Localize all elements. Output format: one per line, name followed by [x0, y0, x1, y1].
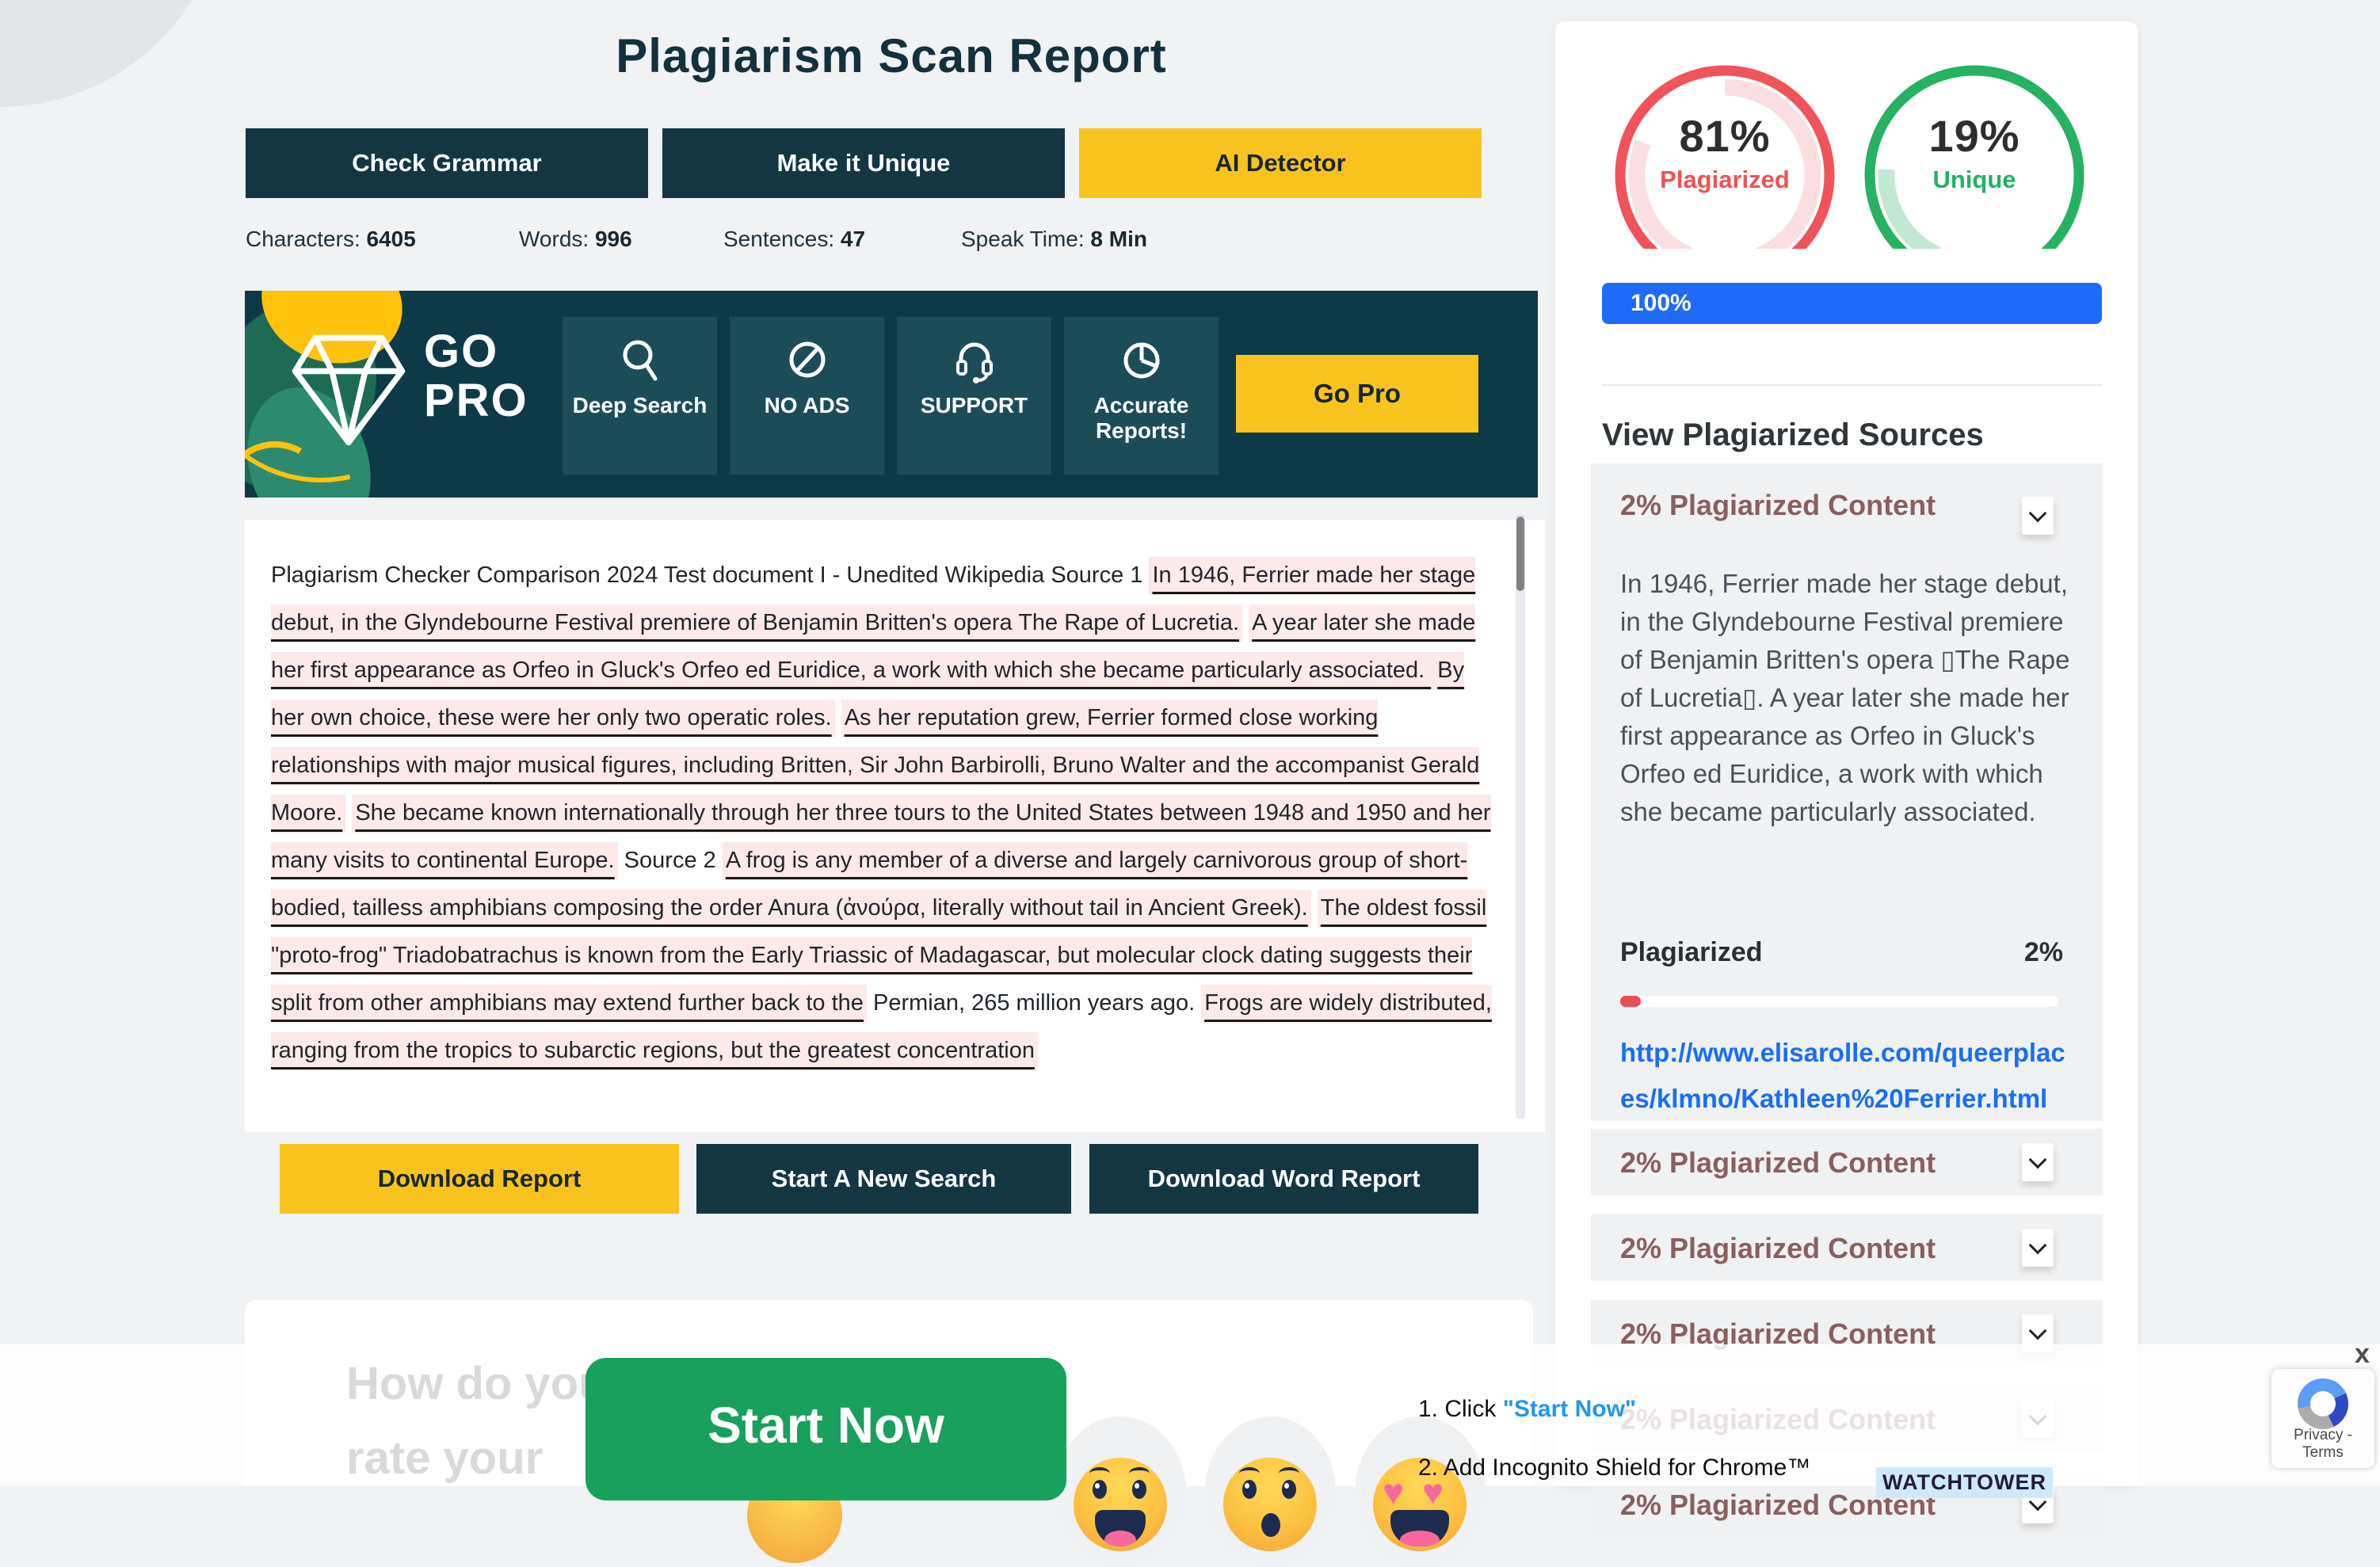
- source-card-collapsed: 2% Plagiarized Content: [1591, 1129, 2103, 1195]
- feature-label: NO ADS: [740, 393, 875, 418]
- stat-sentences: Sentences: 47: [723, 227, 865, 252]
- recaptcha-badge[interactable]: Privacy - Terms: [2271, 1369, 2374, 1468]
- feature-label: Accurate Reports!: [1074, 393, 1209, 444]
- plagiarized-gauge: 81% Plagiarized: [1614, 64, 1836, 249]
- unique-text-segment: Source 2: [618, 848, 723, 873]
- promo-overlay: [0, 1344, 2380, 1486]
- astonished-face-emoji: [1223, 1458, 1317, 1551]
- headset-icon: [952, 334, 997, 387]
- scrollbar[interactable]: [1516, 513, 1525, 1119]
- close-icon[interactable]: x: [2355, 1339, 2370, 1370]
- unique-percent: 19%: [1863, 110, 2085, 162]
- source-title: 2% Plagiarized Content: [1620, 489, 1936, 522]
- start-now-link[interactable]: "Start Now": [1503, 1396, 1636, 1422]
- source-meter-fill: [1620, 996, 1641, 1007]
- corner-decoration: [0, 0, 226, 107]
- results-sidebar: 81% Plagiarized 19% Unique 100% View Pla…: [1555, 21, 2138, 1486]
- download-word-report-button[interactable]: Download Word Report: [1089, 1144, 1478, 1214]
- sources-heading: View Plagiarized Sources: [1602, 417, 1984, 453]
- collapse-source-button[interactable]: [2022, 497, 2054, 535]
- emoji-bubble[interactable]: ♥♥: [1355, 1416, 1486, 1567]
- emoji-bubble[interactable]: [1205, 1416, 1336, 1567]
- start-new-search-button[interactable]: Start A New Search: [696, 1144, 1071, 1214]
- go-pro-banner: GO PRO Deep Search NO ADS SUPPORT Accurate …: [245, 291, 1538, 498]
- feature-label: Deep Search: [573, 393, 708, 418]
- scrollbar-thumb[interactable]: [1516, 517, 1524, 591]
- ai-detector-button[interactable]: AI Detector: [1079, 128, 1482, 198]
- scanned-text: Plagiarism Checker Comparison 2024 Test …: [271, 551, 1504, 1074]
- plagiarized-percent: 81%: [1614, 110, 1836, 162]
- expand-source-button[interactable]: [2022, 1229, 2054, 1267]
- chevron-down-icon: [2029, 1237, 2047, 1255]
- search-icon: [617, 334, 663, 387]
- source-card-collapsed: 2% Plagiarized Content: [1591, 1214, 2103, 1281]
- source-url-link[interactable]: http://www.elisarolle.com/queerplaces/kl…: [1620, 1030, 2078, 1122]
- source-title: 2% Plagiarized Content: [1620, 1146, 1936, 1180]
- scanned-text-panel: Plagiarism Checker Comparison 2024 Test …: [245, 520, 1545, 1132]
- source-card-expanded: 2% Plagiarized Content In 1946, Ferrier …: [1591, 463, 2103, 1121]
- stat-speaktime: Speak Time: 8 Min: [961, 227, 1147, 252]
- unique-gauge: 19% Unique: [1863, 64, 2085, 249]
- plagiarized-label: Plagiarized: [1614, 166, 1836, 194]
- unique-text-segment: [835, 705, 841, 730]
- check-grammar-button[interactable]: Check Grammar: [246, 128, 648, 198]
- unique-text-segment: Plagiarism Checker Comparison 2024 Test …: [271, 562, 1149, 588]
- diamond-icon: [289, 326, 408, 452]
- scan-progress-bar: 100%: [1602, 283, 2102, 324]
- pie-chart-icon: [1119, 334, 1165, 387]
- page-title: Plagiarism Scan Report: [245, 29, 1538, 83]
- source-meter-track: [1620, 996, 2058, 1007]
- expand-source-button[interactable]: [2022, 1143, 2054, 1181]
- download-report-button[interactable]: Download Report: [280, 1144, 679, 1214]
- feature-tile-support[interactable]: SUPPORT: [897, 317, 1051, 475]
- feature-label: SUPPORT: [907, 393, 1042, 418]
- chevron-down-icon: [2029, 1322, 2047, 1340]
- start-now-button[interactable]: Start Now: [585, 1358, 1066, 1500]
- chevron-down-icon: [2029, 505, 2047, 523]
- emoji-bubble[interactable]: [1055, 1416, 1186, 1567]
- unique-label: Unique: [1863, 166, 2085, 194]
- feature-tile-accurate-reports-[interactable]: Accurate Reports!: [1064, 317, 1219, 475]
- source-meter-label: Plagiarized: [1620, 937, 1763, 968]
- go-pro-button[interactable]: Go Pro: [1236, 355, 1478, 433]
- instruction-step-2: 2. Add Incognito Shield for Chrome™: [1418, 1455, 1810, 1481]
- watchtower-logo: WATCHTOWER: [1876, 1467, 2053, 1498]
- feature-tile-no-ads[interactable]: NO ADS: [730, 317, 884, 475]
- unique-text-segment: [1311, 895, 1318, 921]
- unique-text-segment: [1242, 610, 1249, 635]
- stat-characters: Characters: 6405: [246, 227, 416, 252]
- recaptcha-icon: [2298, 1378, 2348, 1429]
- stat-words: Words: 996: [519, 227, 632, 252]
- source-title: 2% Plagiarized Content: [1620, 1232, 1936, 1265]
- unique-text-segment: Permian, 265 million years ago.: [867, 990, 1201, 1016]
- go-pro-logo: GO PRO: [424, 327, 528, 425]
- grinning-face-emoji: [1074, 1458, 1167, 1551]
- chevron-down-icon: [2029, 1151, 2047, 1169]
- instruction-step-1: 1. Click "Start Now": [1418, 1396, 1636, 1423]
- divider: [1602, 384, 2102, 386]
- feature-tile-deep-search[interactable]: Deep Search: [563, 317, 717, 475]
- no-ads-icon: [784, 334, 830, 387]
- source-meter-value: 2%: [2024, 937, 2063, 968]
- recaptcha-privacy-terms[interactable]: Privacy - Terms: [2271, 1427, 2374, 1462]
- source-excerpt: In 1946, Ferrier made her stage debut, i…: [1620, 565, 2078, 831]
- make-it-unique-button[interactable]: Make it Unique: [662, 128, 1065, 198]
